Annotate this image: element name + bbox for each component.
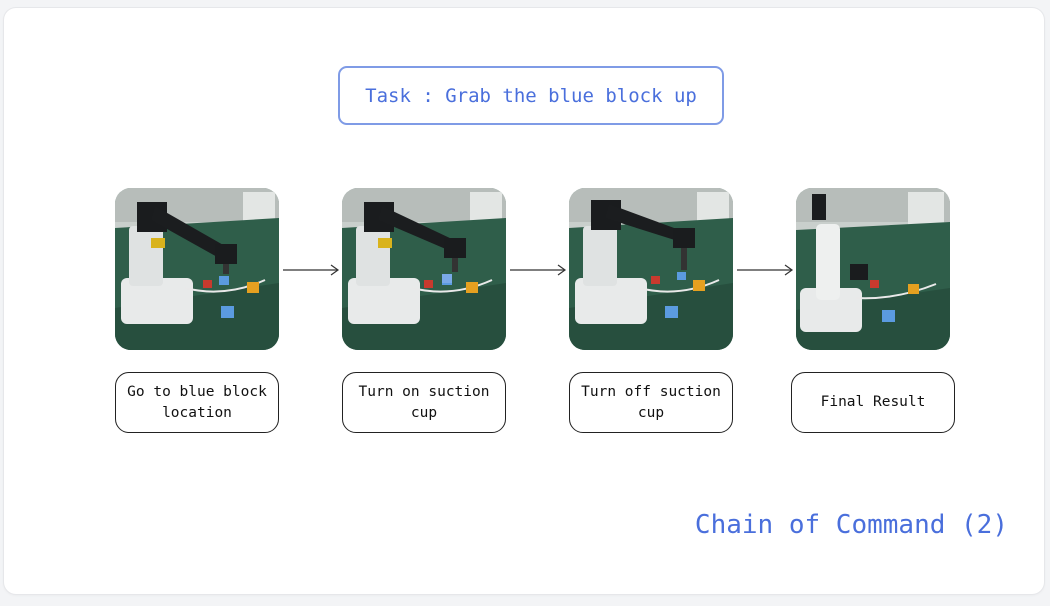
task-box: Task : Grab the blue block up	[338, 66, 724, 125]
step-3-photo	[569, 188, 733, 350]
step-1-label-text: Go to blue block location	[127, 383, 267, 421]
arrow-3	[736, 262, 794, 278]
step-3-label-text: Turn off suction cup	[581, 383, 721, 421]
step-1-label: Go to blue block location	[115, 372, 279, 433]
step-4-photo	[796, 188, 950, 350]
step-4-label: Final Result	[791, 372, 955, 433]
step-2-label: Turn on suction cup	[342, 372, 506, 433]
arrow-2	[509, 262, 567, 278]
step-3-label: Turn off suction cup	[569, 372, 733, 433]
step-4-label-text: Final Result	[820, 394, 926, 410]
step-1-photo	[115, 188, 279, 350]
step-2-photo	[342, 188, 506, 350]
step-2-label-text: Turn on suction cup	[358, 383, 490, 421]
task-text: Task : Grab the blue block up	[365, 84, 697, 107]
arrow-1	[282, 262, 340, 278]
slide-title: Chain of Command (2)	[694, 510, 1008, 540]
